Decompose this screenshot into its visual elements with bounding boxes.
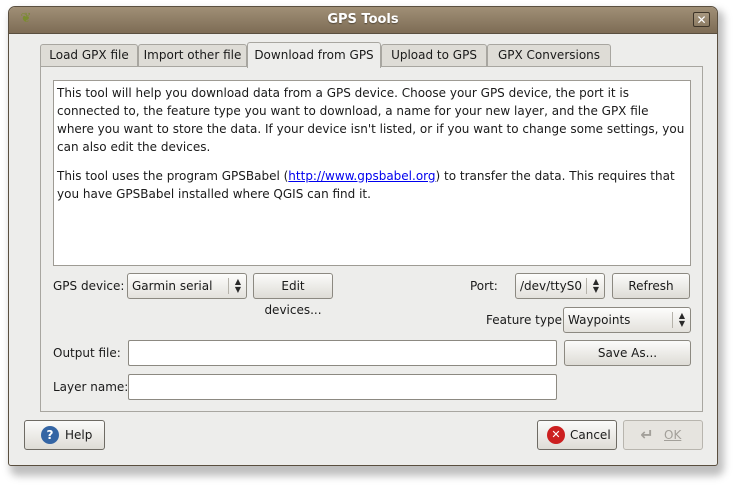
info-paragraph-2: This tool uses the program GPSBabel (htt…: [57, 169, 675, 201]
save-as-button[interactable]: Save As...: [564, 340, 691, 366]
cancel-icon: ✕: [547, 426, 565, 444]
cancel-label: Cancel: [570, 428, 611, 442]
tab-gpx-conversions[interactable]: GPX Conversions: [487, 44, 611, 66]
info-paragraph-1: This tool will help you download data fr…: [57, 86, 685, 154]
ok-button[interactable]: ↵ OK: [623, 420, 703, 450]
feature-type-select[interactable]: Waypoints ▲ ▼: [563, 307, 691, 333]
help-button[interactable]: ? Help: [24, 420, 105, 450]
gpsbabel-link[interactable]: http://www.gpsbabel.org: [288, 169, 435, 183]
download-panel: This tool will help you download data fr…: [40, 66, 703, 412]
help-icon: ?: [41, 426, 59, 444]
ok-label: OK: [664, 428, 682, 442]
info-text-box: This tool will help you download data fr…: [53, 80, 691, 266]
output-file-label: Output file:: [53, 346, 121, 360]
gps-device-select[interactable]: Garmin serial ▲ ▼: [127, 273, 247, 299]
refresh-button[interactable]: Refresh: [612, 273, 690, 299]
port-value: /dev/ttyS0: [520, 279, 582, 293]
port-label: Port:: [470, 279, 498, 293]
gps-tools-dialog: ❦ GPS Tools ✕ Load GPX file Import other…: [8, 6, 718, 466]
help-label: Help: [65, 428, 93, 442]
edit-devices-button[interactable]: Edit devices...: [253, 273, 333, 317]
output-file-input[interactable]: [128, 340, 557, 366]
gps-device-value: Garmin serial: [132, 279, 213, 293]
enter-arrow-icon: ↵: [640, 425, 654, 444]
spin-arrows-icon: ▲ ▼: [234, 277, 242, 294]
spin-arrows-icon: ▲ ▼: [592, 277, 600, 294]
feature-type-label: Feature type:: [486, 313, 567, 327]
feature-type-value: Waypoints: [568, 313, 631, 327]
layer-name-input[interactable]: [128, 374, 557, 400]
port-select[interactable]: /dev/ttyS0 ▲ ▼: [515, 273, 605, 299]
spin-arrows-icon: ▲ ▼: [678, 311, 686, 328]
tab-upload-to-gps[interactable]: Upload to GPS: [381, 44, 487, 66]
tab-download-from-gps[interactable]: Download from GPS: [247, 42, 381, 68]
title-bar[interactable]: ❦ GPS Tools ✕: [9, 7, 717, 34]
close-icon[interactable]: ✕: [693, 12, 710, 27]
tab-import-other-file[interactable]: Import other file: [138, 44, 247, 66]
gps-device-label: GPS device:: [53, 279, 125, 293]
cancel-button[interactable]: ✕ Cancel: [537, 420, 617, 450]
tab-load-gpx-file[interactable]: Load GPX file: [40, 44, 138, 66]
window-title: GPS Tools: [327, 12, 399, 27]
layer-name-label: Layer name:: [53, 380, 129, 394]
